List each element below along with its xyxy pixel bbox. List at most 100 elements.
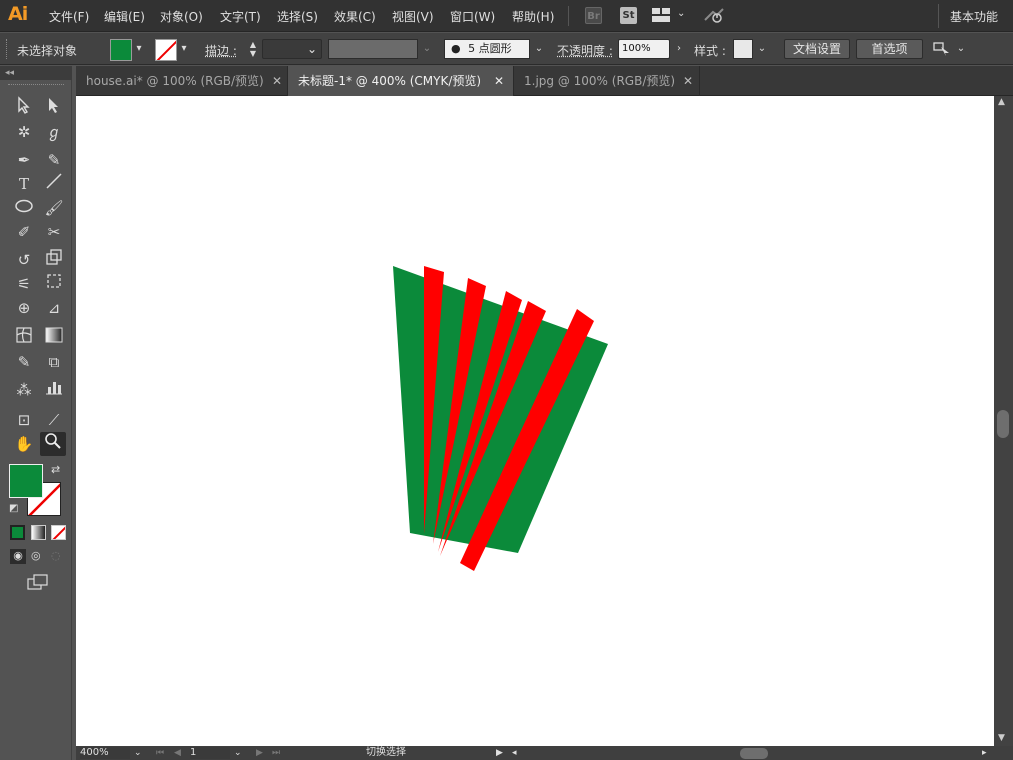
eyedropper-tool-icon[interactable]: ✎ bbox=[11, 350, 37, 374]
draw-behind-icon[interactable]: ◎ bbox=[31, 549, 41, 562]
perspective-grid-tool-icon[interactable]: ⊿ bbox=[41, 296, 67, 320]
blend-tool-icon[interactable]: ⧉ bbox=[41, 350, 67, 374]
close-icon[interactable]: ✕ bbox=[494, 66, 504, 96]
width-tool-icon[interactable]: ⚟ bbox=[11, 272, 37, 296]
collapse-panel-icon[interactable]: ◂◂ bbox=[0, 66, 72, 80]
menu-effect[interactable]: 效果(C) bbox=[334, 8, 376, 25]
opacity-field[interactable]: 100% bbox=[618, 39, 670, 59]
zoom-field[interactable]: 400% bbox=[80, 747, 130, 759]
artboard-canvas[interactable] bbox=[76, 96, 994, 746]
shape-builder-tool-icon[interactable]: ⊕ bbox=[11, 296, 37, 320]
opacity-label[interactable]: 不透明度 : bbox=[557, 42, 613, 59]
first-artboard-icon[interactable]: ⏮ bbox=[156, 747, 164, 759]
scale-tool-icon[interactable] bbox=[41, 248, 67, 272]
style-swatch[interactable] bbox=[733, 39, 753, 59]
brush-definition[interactable]: ● 5 点圆形 bbox=[444, 39, 530, 59]
ellipse-tool-icon[interactable] bbox=[11, 196, 37, 220]
last-artboard-icon[interactable]: ⏭ bbox=[272, 747, 280, 759]
menu-window[interactable]: 窗口(W) bbox=[450, 8, 495, 25]
pen-tool-icon[interactable]: ✒ bbox=[11, 148, 37, 172]
brush-dropdown-icon[interactable]: ⌄ bbox=[532, 41, 546, 57]
status-menu-icon[interactable]: ▶ bbox=[496, 747, 503, 759]
variable-width-profile[interactable] bbox=[328, 39, 418, 59]
artboard-tool-icon[interactable]: ⊡ bbox=[11, 408, 37, 432]
stroke-dropdown-icon[interactable]: ▾ bbox=[177, 41, 191, 57]
artboard-number-field[interactable]: 1 bbox=[190, 747, 230, 759]
preferences-button[interactable]: 首选项 bbox=[856, 39, 923, 59]
menu-file[interactable]: 文件(F) bbox=[49, 8, 89, 25]
stroke-weight-stepper[interactable]: ▲ ▼ bbox=[246, 40, 260, 58]
column-graph-tool-icon[interactable] bbox=[41, 378, 67, 402]
free-transform-tool-icon[interactable] bbox=[41, 272, 67, 296]
artboard-dropdown-icon[interactable]: ⌄ bbox=[234, 747, 242, 759]
chevron-down-icon[interactable]: ⌄ bbox=[677, 8, 685, 19]
close-icon[interactable]: ✕ bbox=[272, 66, 282, 96]
tab-house[interactable]: house.ai* @ 100% (RGB/预览) bbox=[76, 66, 288, 96]
menu-view[interactable]: 视图(V) bbox=[392, 8, 434, 25]
stroke-weight-field[interactable]: ⌄ bbox=[262, 39, 322, 59]
profile-dropdown-icon[interactable]: ⌄ bbox=[420, 41, 434, 57]
arrange-documents-icon[interactable] bbox=[652, 8, 670, 25]
style-label: 样式 : bbox=[694, 44, 726, 58]
scissors-tool-icon[interactable]: ✂ bbox=[41, 220, 67, 244]
rotate-tool-icon[interactable]: ↺ bbox=[11, 248, 37, 272]
menu-edit[interactable]: 编辑(E) bbox=[104, 8, 145, 25]
align-options-icon[interactable] bbox=[933, 41, 951, 60]
magic-wand-tool-icon[interactable]: ✲ bbox=[11, 120, 37, 144]
selection-tool-icon[interactable] bbox=[11, 96, 37, 120]
hand-tool-icon[interactable]: ✋ bbox=[11, 432, 37, 456]
control-bar: 未选择对象 ▾ ▾ 描边 : ▲ ▼ ⌄ ⌄ ● 5 点圆形 ⌄ 不透明度 : 1… bbox=[0, 33, 1013, 65]
tab-1-jpg[interactable]: 1.jpg @ 100% (RGB/预览) bbox=[514, 66, 700, 96]
fill-swatch[interactable] bbox=[110, 39, 132, 61]
slice-tool-icon[interactable]: ⟋ bbox=[41, 408, 67, 432]
color-mode-icon[interactable] bbox=[10, 525, 25, 540]
menu-object[interactable]: 对象(O) bbox=[160, 8, 203, 25]
zoom-dropdown-icon[interactable]: ⌄ bbox=[134, 747, 142, 759]
vertical-scroll-thumb[interactable] bbox=[997, 410, 1009, 438]
menu-help[interactable]: 帮助(H) bbox=[512, 8, 554, 25]
control-menu-icon[interactable]: ⌄ bbox=[954, 41, 968, 57]
scroll-down-icon[interactable]: ▼ bbox=[998, 733, 1005, 743]
symbol-sprayer-tool-icon[interactable]: ⁂ bbox=[11, 378, 37, 402]
default-colors-icon[interactable]: ◩ bbox=[9, 503, 18, 514]
menu-type[interactable]: 文字(T) bbox=[220, 8, 261, 25]
style-dropdown-icon[interactable]: ⌄ bbox=[755, 41, 769, 57]
curvature-tool-icon[interactable]: ✎ bbox=[41, 148, 67, 172]
menu-select[interactable]: 选择(S) bbox=[277, 8, 318, 25]
bridge-icon[interactable]: Br bbox=[585, 7, 602, 24]
lasso-tool-icon[interactable]: ℊ bbox=[41, 120, 67, 144]
scroll-right-icon[interactable]: ▸ bbox=[982, 747, 987, 759]
paintbrush-tool-icon[interactable]: 🖌 bbox=[41, 196, 67, 220]
stroke-swatch[interactable] bbox=[155, 39, 177, 61]
gradient-tool-icon[interactable] bbox=[41, 326, 67, 350]
direct-selection-tool-icon[interactable] bbox=[41, 96, 67, 120]
swap-fill-stroke-icon[interactable]: ⇄ bbox=[51, 463, 60, 476]
stock-icon[interactable]: St bbox=[620, 7, 637, 24]
gradient-mode-icon[interactable] bbox=[31, 525, 46, 540]
document-setup-button[interactable]: 文档设置 bbox=[784, 39, 850, 59]
selection-status: 未选择对象 bbox=[17, 44, 78, 58]
type-tool-icon[interactable]: T bbox=[11, 172, 37, 196]
close-icon[interactable]: ✕ bbox=[683, 66, 693, 96]
mesh-tool-icon[interactable] bbox=[11, 326, 37, 350]
gpu-performance-icon[interactable] bbox=[703, 6, 725, 27]
fill-indicator[interactable] bbox=[9, 464, 43, 498]
previous-artboard-icon[interactable]: ◀ bbox=[174, 747, 181, 759]
screen-mode-icon[interactable] bbox=[27, 574, 49, 593]
fill-dropdown-icon[interactable]: ▾ bbox=[132, 41, 146, 57]
scroll-left-icon[interactable]: ◂ bbox=[512, 747, 517, 759]
shaper-tool-icon[interactable]: ✐ bbox=[11, 220, 37, 244]
draw-inside-icon[interactable]: ◌ bbox=[51, 549, 61, 562]
none-mode-icon[interactable] bbox=[51, 525, 66, 540]
workspace-switcher[interactable]: 基本功能 bbox=[950, 8, 998, 25]
tab-untitled-1[interactable]: 未标题-1* @ 400% (CMYK/预览) bbox=[288, 66, 514, 96]
line-tool-icon[interactable] bbox=[41, 172, 67, 196]
next-artboard-icon[interactable]: ▶ bbox=[256, 747, 263, 759]
opacity-expand-icon[interactable]: › bbox=[672, 41, 686, 57]
zoom-tool-icon[interactable] bbox=[40, 432, 66, 456]
menu-divider bbox=[568, 6, 569, 26]
draw-normal-icon[interactable]: ◉ bbox=[10, 549, 26, 564]
scroll-up-icon[interactable]: ▲ bbox=[998, 97, 1005, 107]
horizontal-scroll-thumb[interactable] bbox=[740, 748, 768, 759]
stroke-label[interactable]: 描边 : bbox=[205, 42, 237, 59]
